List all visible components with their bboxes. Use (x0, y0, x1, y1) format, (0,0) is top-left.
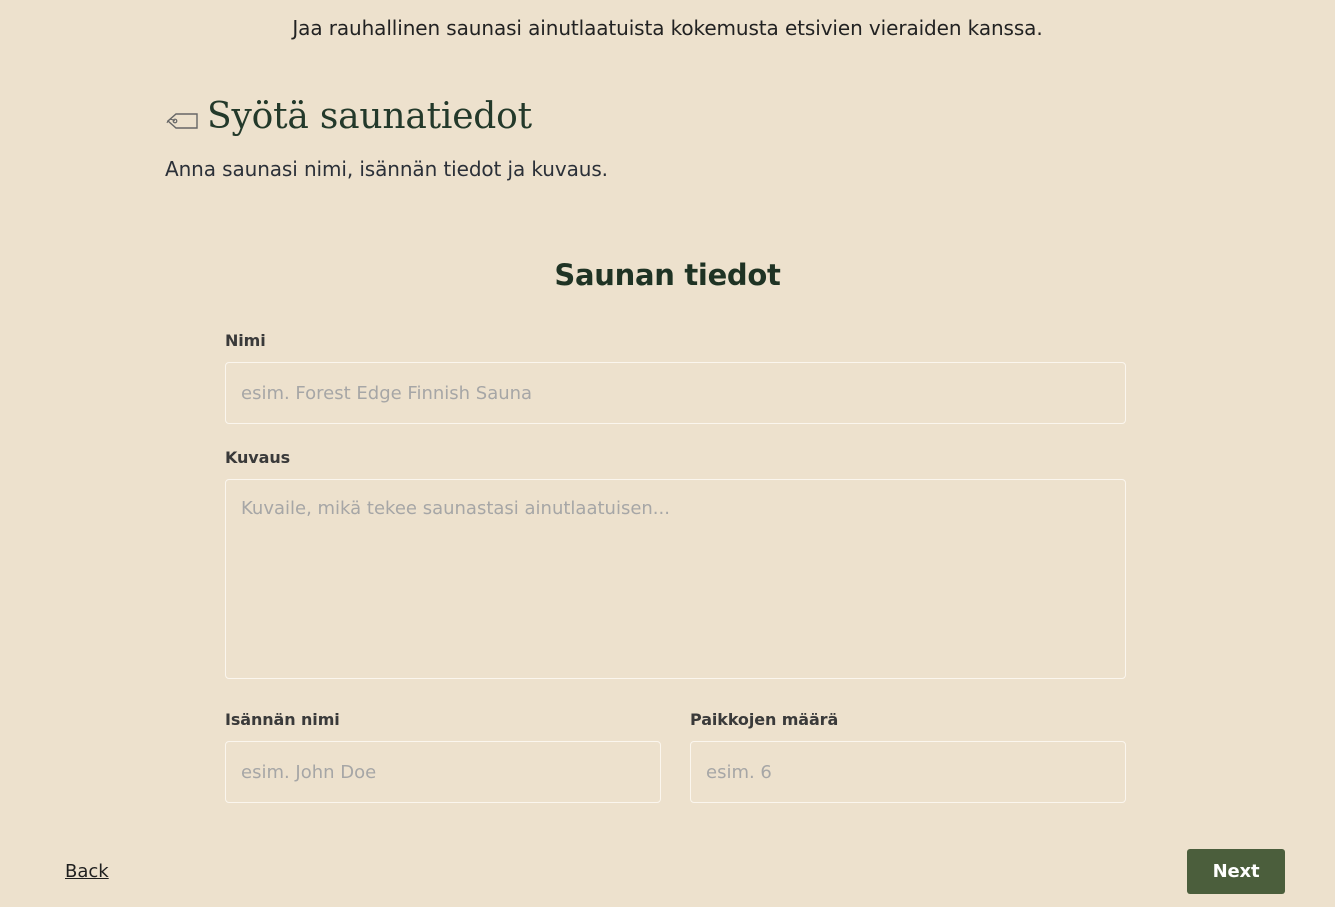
step-heading: Syötä saunatiedot (165, 96, 532, 137)
name-label: Nimi (225, 331, 266, 350)
description-label: Kuvaus (225, 448, 291, 467)
description-textarea[interactable] (225, 479, 1126, 679)
section-title: Saunan tiedot (554, 258, 781, 292)
tag-icon (165, 111, 199, 135)
name-input[interactable] (225, 362, 1126, 424)
page-subtitle: Jaa rauhallinen saunasi ainutlaatuista k… (292, 16, 1043, 40)
step-description: Anna saunasi nimi, isännän tiedot ja kuv… (165, 157, 608, 181)
step-title: Syötä saunatiedot (207, 96, 532, 137)
back-link[interactable]: Back (65, 861, 109, 882)
seats-input[interactable] (690, 741, 1126, 803)
host-name-label: Isännän nimi (225, 710, 340, 729)
host-name-input[interactable] (225, 741, 661, 803)
seats-label: Paikkojen määrä (690, 710, 839, 729)
next-button[interactable]: Next (1187, 849, 1285, 894)
